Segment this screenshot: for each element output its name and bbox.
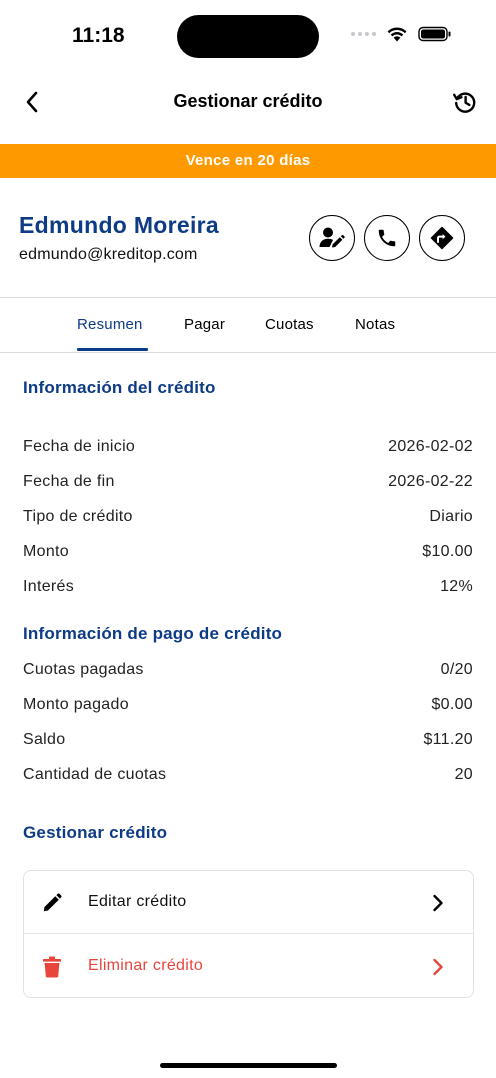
info-row-value: $10.00	[422, 543, 473, 560]
call-button[interactable]	[364, 215, 410, 261]
tab-resumen[interactable]: Resumen	[77, 316, 143, 333]
trash-icon	[40, 955, 64, 979]
battery-icon	[418, 26, 451, 42]
client-actions	[309, 215, 465, 261]
info-row: Monto pagado $0.00	[23, 696, 473, 720]
info-row-value: 2026-02-22	[388, 473, 473, 490]
phone-icon	[378, 229, 396, 247]
edit-credit-label: Editar crédito	[88, 893, 187, 910]
edit-contact-button[interactable]	[309, 215, 355, 261]
info-row-label: Cuotas pagadas	[23, 661, 144, 678]
page-title: Gestionar crédito	[173, 91, 323, 111]
info-row: Monto $10.00	[23, 543, 473, 567]
tab-pagar[interactable]: Pagar	[184, 316, 225, 333]
history-button[interactable]	[450, 87, 480, 117]
pencil-icon	[40, 891, 64, 915]
info-row-label: Monto pagado	[23, 696, 129, 713]
info-row-label: Cantidad de cuotas	[23, 766, 167, 783]
status-time: 11:18	[72, 24, 125, 47]
tab-cuotas[interactable]: Cuotas	[265, 316, 314, 333]
due-date-banner: Vence en 20 días	[0, 144, 496, 178]
info-row-label: Fecha de fin	[23, 473, 115, 490]
client-header: Edmundo Moreira edmundo@kreditop.com	[0, 178, 496, 298]
manage-credit-card: Editar crédito Eliminar crédito	[23, 870, 474, 998]
info-row-value: 20	[454, 766, 473, 783]
home-indicator[interactable]	[160, 1063, 337, 1068]
directions-icon	[430, 226, 454, 250]
manage-credit-title: Gestionar crédito	[23, 823, 168, 842]
info-row: Fecha de fin 2026-02-22	[23, 473, 473, 497]
info-row-label: Interés	[23, 578, 75, 595]
info-row: Interés 12%	[23, 578, 473, 602]
dynamic-island	[177, 15, 319, 58]
info-row: Cuotas pagadas 0/20	[23, 661, 473, 685]
wifi-icon	[387, 27, 407, 42]
info-row-value: 2026-02-02	[388, 438, 473, 455]
payment-info-title: Información de pago de crédito	[23, 624, 283, 643]
info-row-value: Diario	[429, 508, 473, 525]
delete-credit-label: Eliminar crédito	[88, 957, 204, 974]
signal-icon	[351, 32, 376, 36]
info-row-value: $11.20	[423, 731, 473, 748]
status-indicators	[351, 26, 452, 42]
info-row: Cantidad de cuotas 20	[23, 766, 473, 790]
info-row-label: Tipo de crédito	[23, 508, 133, 525]
client-email: edmundo@kreditop.com	[19, 246, 198, 263]
delete-credit-button[interactable]: Eliminar crédito	[24, 935, 473, 998]
chevron-right-icon	[431, 956, 445, 978]
directions-button[interactable]	[419, 215, 465, 261]
tab-notas[interactable]: Notas	[355, 316, 395, 333]
credit-info-title: Información del crédito	[23, 378, 216, 397]
info-row-value: 12%	[440, 578, 473, 595]
info-row-label: Monto	[23, 543, 69, 560]
active-tab-indicator	[77, 348, 148, 351]
history-icon	[453, 92, 476, 113]
info-row: Tipo de crédito Diario	[23, 508, 473, 532]
info-row-label: Fecha de inicio	[23, 438, 136, 455]
tab-bar: Resumen Pagar Cuotas Notas	[0, 298, 496, 353]
edit-credit-button[interactable]: Editar crédito	[24, 871, 473, 934]
info-row-value: 0/20	[440, 661, 473, 678]
info-row: Fecha de inicio 2026-02-02	[23, 438, 473, 462]
client-name: Edmundo Moreira	[19, 212, 220, 238]
navigation-bar: Gestionar crédito	[0, 72, 496, 132]
info-row: Saldo $11.20	[23, 731, 473, 755]
info-row-label: Saldo	[23, 731, 66, 748]
status-bar: 11:18	[0, 0, 496, 72]
info-row-value: $0.00	[431, 696, 473, 713]
user-edit-icon	[319, 227, 345, 248]
chevron-right-icon	[431, 892, 445, 914]
